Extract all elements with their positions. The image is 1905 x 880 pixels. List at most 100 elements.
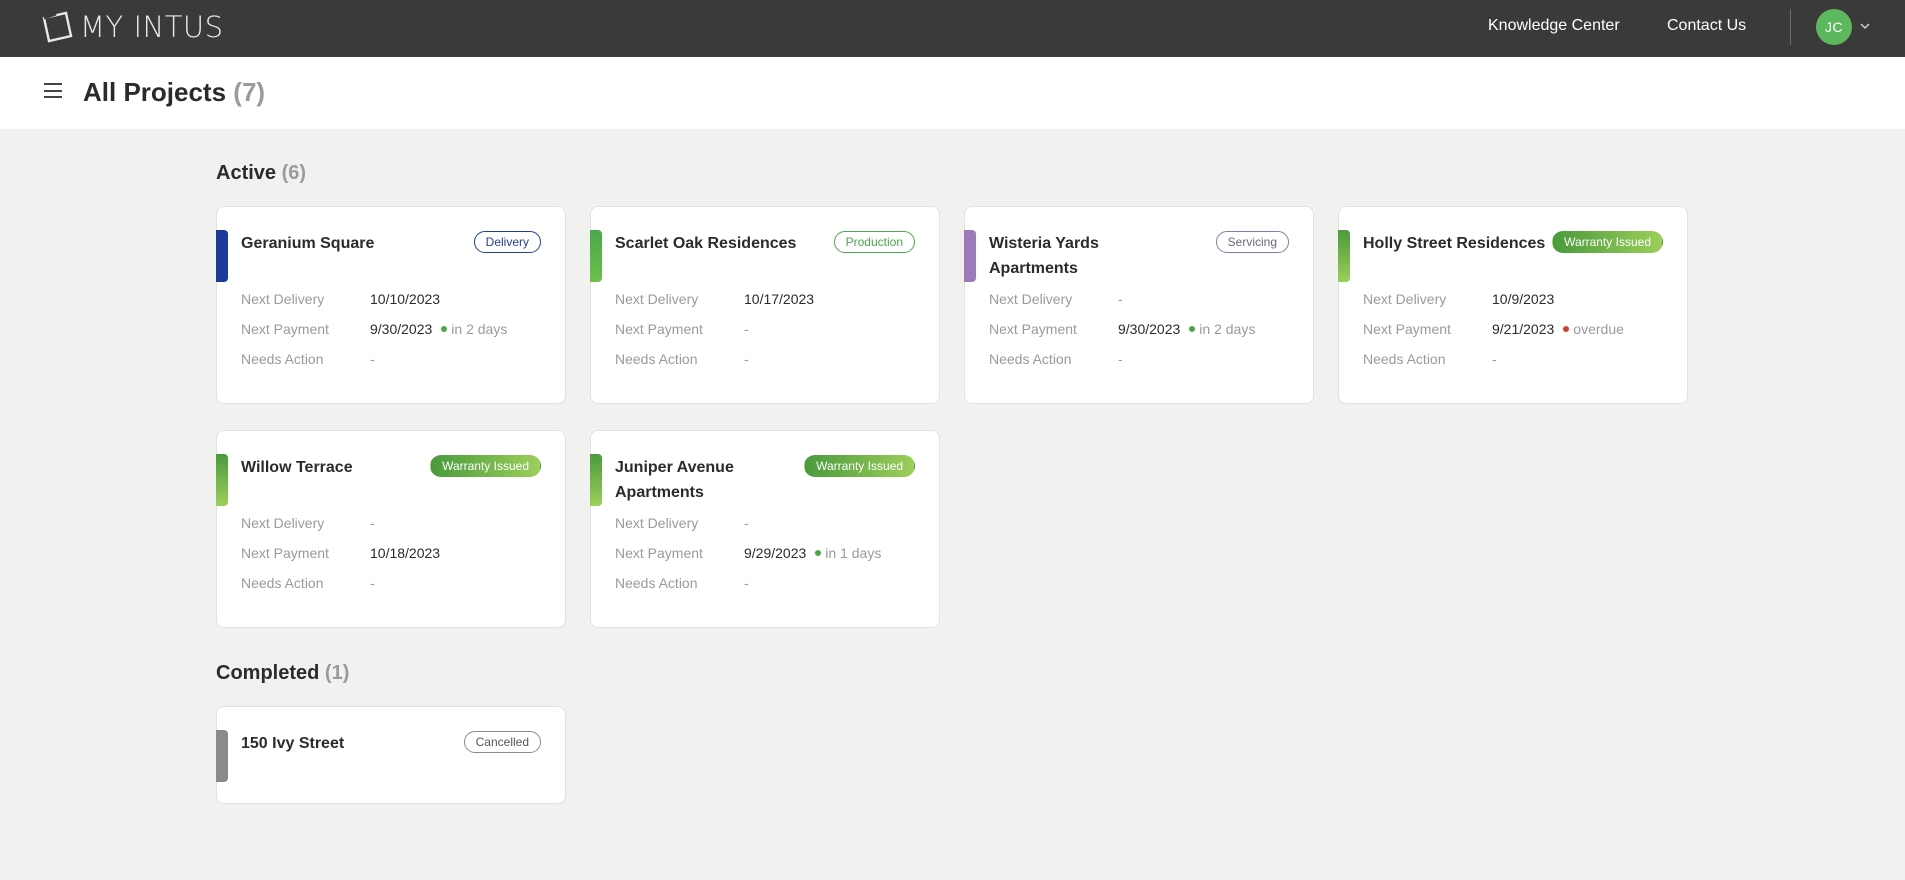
next-payment-label: Next Payment: [241, 321, 329, 337]
intus-logo-icon: [42, 11, 73, 43]
needs-action-value: -: [370, 575, 375, 591]
next-payment-value: 9/30/2023: [370, 321, 433, 337]
next-payment-value: 10/18/2023: [370, 545, 441, 561]
project-card-geranium-square[interactable]: Geranium Square Delivery Next Delivery 1…: [216, 206, 566, 404]
project-card-juniper-avenue-apartments[interactable]: Juniper Avenue Apartments Warranty Issue…: [590, 430, 940, 628]
next-delivery-label: Next Delivery: [615, 515, 699, 531]
payment-status-dot: [815, 550, 822, 556]
needs-action-value: -: [1492, 351, 1497, 367]
needs-action-row: Needs Action -: [989, 351, 1123, 367]
next-delivery-label: Next Delivery: [615, 291, 699, 307]
payment-note: in 2 days: [1199, 321, 1256, 337]
next-delivery-row: Next Delivery 10/9/2023: [1363, 291, 1554, 307]
needs-action-label: Needs Action: [241, 351, 324, 367]
next-delivery-value: -: [1118, 291, 1123, 307]
needs-action-row: Needs Action -: [241, 351, 375, 367]
project-name: Holly Street Residences: [1363, 235, 1546, 252]
status-accent-bar: [964, 230, 976, 282]
next-delivery-value: 10/17/2023: [744, 291, 815, 307]
next-payment-label: Next Payment: [1363, 321, 1451, 337]
menu-icon[interactable]: [44, 83, 62, 98]
payment-note: in 1 days: [825, 545, 882, 561]
user-avatar[interactable]: JC: [1816, 9, 1852, 45]
project-name: Geranium Square: [241, 235, 375, 252]
status-badge: Delivery: [473, 231, 541, 253]
section-completed-label: Completed: [216, 662, 320, 684]
nav-contact-us[interactable]: Contact Us: [1667, 17, 1746, 35]
project-card-holly-street-residences[interactable]: Holly Street Residences Warranty Issued …: [1338, 206, 1688, 404]
needs-action-label: Needs Action: [615, 575, 698, 591]
next-delivery-label: Next Delivery: [241, 515, 325, 531]
nav-knowledge-center[interactable]: Knowledge Center: [1488, 17, 1620, 35]
status-accent-bar: [1338, 230, 1350, 282]
next-delivery-row: Next Delivery 10/17/2023: [615, 291, 814, 307]
next-payment-row: Next Payment 10/18/2023: [241, 545, 440, 561]
status-badge: Servicing: [1215, 231, 1289, 253]
project-name: Wisteria Yards Apartments: [989, 235, 1099, 277]
status-accent-bar: [590, 230, 602, 282]
next-delivery-row: Next Delivery -: [241, 515, 375, 531]
project-name: Scarlet Oak Residences: [615, 235, 797, 252]
needs-action-row: Needs Action -: [1363, 351, 1497, 367]
logo[interactable]: MY INTUS: [40, 9, 224, 45]
project-card-wisteria-yards-apartments[interactable]: Wisteria Yards Apartments Servicing Next…: [964, 206, 1314, 404]
top-navigation-bar: MY INTUS Knowledge Center Contact Us JC: [0, 0, 1905, 57]
needs-action-label: Needs Action: [615, 351, 698, 367]
status-badge: Warranty Issued: [1552, 231, 1663, 253]
payment-status-dot: [1563, 326, 1570, 332]
payment-status-dot: [1189, 326, 1196, 332]
status-badge: Cancelled: [463, 731, 541, 753]
next-payment-row: Next Payment -: [615, 321, 749, 337]
next-delivery-row: Next Delivery 10/10/2023: [241, 291, 440, 307]
project-card-scarlet-oak-residences[interactable]: Scarlet Oak Residences Production Next D…: [590, 206, 940, 404]
status-accent-bar: [216, 454, 228, 506]
next-delivery-value: 10/9/2023: [1492, 291, 1555, 307]
next-payment-row: Next Payment 9/21/2023 overdue: [1363, 321, 1624, 337]
payment-status-dot: [441, 326, 448, 332]
needs-action-value: -: [370, 351, 375, 367]
needs-action-row: Needs Action -: [615, 575, 749, 591]
next-payment-row: Next Payment 9/30/2023 in 2 days: [989, 321, 1255, 337]
project-name: Willow Terrace: [241, 459, 353, 476]
payment-note: in 2 days: [451, 321, 508, 337]
next-payment-label: Next Payment: [615, 545, 703, 561]
next-delivery-row: Next Delivery -: [989, 291, 1123, 307]
project-card-150-ivy-street[interactable]: 150 Ivy Street Cancelled: [216, 706, 566, 804]
needs-action-row: Needs Action -: [241, 575, 375, 591]
next-delivery-label: Next Delivery: [1363, 291, 1447, 307]
status-accent-bar: [590, 454, 602, 506]
project-name: 150 Ivy Street: [241, 735, 345, 752]
next-delivery-value: -: [744, 515, 749, 531]
next-payment-label: Next Payment: [241, 545, 329, 561]
project-card-willow-terrace[interactable]: Willow Terrace Warranty Issued Next Deli…: [216, 430, 566, 628]
section-active-label: Active: [216, 162, 277, 184]
next-payment-value: 9/30/2023: [1118, 321, 1181, 337]
page-title-text: All Projects: [83, 77, 227, 107]
next-payment-row: Next Payment 9/30/2023 in 2 days: [241, 321, 507, 337]
page-title-count: (7): [233, 77, 266, 107]
chevron-down-icon[interactable]: [1859, 20, 1871, 32]
section-active-title: Active (6): [216, 162, 306, 185]
next-delivery-row: Next Delivery -: [615, 515, 749, 531]
needs-action-value: -: [1118, 351, 1123, 367]
nav-divider: [1790, 9, 1791, 45]
status-accent-bar: [216, 230, 228, 282]
needs-action-value: -: [744, 351, 749, 367]
next-payment-label: Next Payment: [615, 321, 703, 337]
needs-action-label: Needs Action: [1363, 351, 1446, 367]
next-delivery-label: Next Delivery: [241, 291, 325, 307]
next-payment-label: Next Payment: [989, 321, 1077, 337]
status-badge: Warranty Issued: [804, 455, 915, 477]
next-payment-value: 9/29/2023: [744, 545, 807, 561]
section-completed-title: Completed (1): [216, 662, 349, 685]
page-title: All Projects (7): [83, 77, 265, 108]
status-badge: Warranty Issued: [430, 455, 541, 477]
logo-text: MY INTUS: [80, 10, 224, 44]
needs-action-label: Needs Action: [241, 575, 324, 591]
status-badge: Production: [833, 231, 915, 253]
section-completed-count: (1): [324, 662, 350, 684]
needs-action-row: Needs Action -: [615, 351, 749, 367]
section-active-count: (6): [281, 162, 307, 184]
next-payment-value: 9/21/2023: [1492, 321, 1555, 337]
next-payment-value: -: [744, 321, 749, 337]
